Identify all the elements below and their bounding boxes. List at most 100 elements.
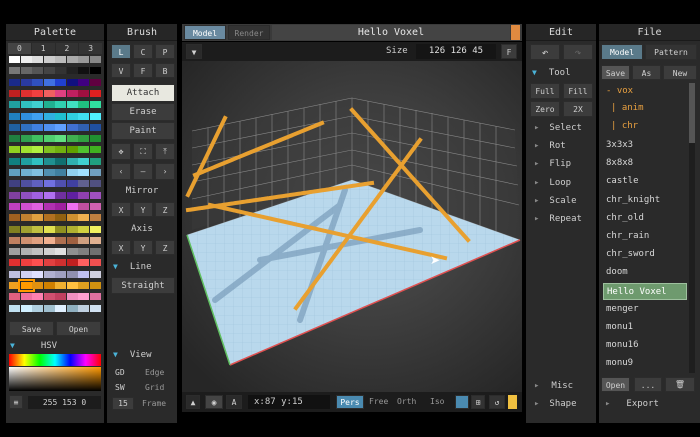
move-icon[interactable]: ✥ <box>111 143 131 160</box>
color-swatch[interactable] <box>32 236 43 244</box>
color-swatch[interactable] <box>66 78 78 86</box>
color-swatch[interactable] <box>43 270 55 278</box>
color-swatch[interactable] <box>89 146 101 154</box>
color-swatch[interactable] <box>32 191 43 199</box>
color-swatch[interactable] <box>89 169 101 176</box>
projection-orth[interactable]: Orth <box>397 397 416 406</box>
color-swatch[interactable] <box>55 225 66 233</box>
color-swatch[interactable] <box>89 67 101 75</box>
color-swatch[interactable] <box>9 169 20 176</box>
color-swatch[interactable] <box>78 282 89 289</box>
color-swatch[interactable] <box>43 180 55 188</box>
color-swatch-grid[interactable] <box>9 56 101 318</box>
color-swatch[interactable] <box>9 180 20 188</box>
color-swatch[interactable] <box>78 112 89 120</box>
color-swatch[interactable] <box>89 259 101 267</box>
color-swatch[interactable] <box>66 248 78 256</box>
color-swatch[interactable] <box>32 259 43 267</box>
color-swatch[interactable] <box>89 191 101 199</box>
color-swatch[interactable] <box>32 101 43 109</box>
color-swatch[interactable] <box>20 123 32 131</box>
size-f-button[interactable]: F <box>501 44 517 59</box>
color-swatch[interactable] <box>20 214 32 222</box>
color-swatch[interactable] <box>9 202 20 210</box>
color-swatch[interactable] <box>66 89 78 97</box>
color-swatch[interactable] <box>55 259 66 267</box>
color-swatch[interactable] <box>43 191 55 199</box>
color-swatch[interactable] <box>9 191 20 199</box>
edit-item-select[interactable]: ▸ Select <box>534 123 582 133</box>
color-swatch[interactable] <box>9 304 20 312</box>
size-value[interactable]: 126 126 45 <box>416 44 496 59</box>
viewport-menu-icon[interactable]: ▼ <box>186 44 202 59</box>
color-swatch[interactable] <box>20 304 32 312</box>
color-swatch[interactable] <box>20 202 32 210</box>
edge-toggle[interactable]: Edge <box>145 368 164 377</box>
mirror-x-button[interactable]: X <box>111 202 131 217</box>
color-swatch[interactable] <box>89 236 101 244</box>
2x-button[interactable]: 2X <box>563 101 593 117</box>
color-swatch[interactable] <box>32 225 43 233</box>
color-swatch[interactable] <box>78 78 89 86</box>
color-swatch[interactable] <box>78 225 89 233</box>
color-swatch[interactable] <box>9 112 20 120</box>
color-swatch[interactable] <box>43 112 55 120</box>
erase-button[interactable]: Erase <box>111 103 175 121</box>
brush-mode-c[interactable]: C <box>133 44 153 59</box>
color-swatch[interactable] <box>9 225 20 233</box>
fps-value[interactable]: 15 <box>112 397 134 410</box>
color-swatch[interactable] <box>20 135 32 143</box>
file-item[interactable]: monu16 <box>603 337 687 354</box>
color-swatch[interactable] <box>9 157 20 165</box>
color-swatch[interactable] <box>78 304 89 312</box>
color-swatch[interactable] <box>43 135 55 143</box>
color-swatch[interactable] <box>17 279 35 292</box>
select-box-icon[interactable]: ⛶ <box>133 143 153 160</box>
color-swatch[interactable] <box>20 236 32 244</box>
color-swatch[interactable] <box>55 146 66 154</box>
file-item[interactable]: 3x3x3 <box>603 137 687 154</box>
palette-tab-0[interactable]: 0 <box>8 43 31 54</box>
color-swatch[interactable] <box>89 123 101 131</box>
color-swatch[interactable] <box>20 67 32 75</box>
color-swatch[interactable] <box>89 157 101 165</box>
color-swatch[interactable] <box>32 270 43 278</box>
viewport-tab-render[interactable]: Render <box>228 25 270 40</box>
color-swatch[interactable] <box>55 293 66 301</box>
minus-icon[interactable]: — <box>133 163 153 180</box>
color-swatch[interactable] <box>55 282 66 289</box>
color-swatch[interactable] <box>66 259 78 267</box>
color-swatch[interactable] <box>78 56 89 63</box>
color-swatch[interactable] <box>20 270 32 278</box>
brush-mode-v[interactable]: V <box>111 63 131 78</box>
misc-section[interactable]: ▸ Misc <box>534 381 573 391</box>
color-swatch[interactable] <box>9 67 20 75</box>
color-swatch[interactable] <box>43 282 55 289</box>
color-swatch[interactable] <box>20 101 32 109</box>
color-swatch[interactable] <box>78 236 89 244</box>
color-swatch[interactable] <box>9 236 20 244</box>
color-swatch[interactable] <box>43 123 55 131</box>
file-item[interactable]: castle <box>603 173 687 190</box>
frame-view-icon[interactable]: ⊞ <box>471 395 485 409</box>
paint-button[interactable]: Paint <box>111 122 175 140</box>
color-swatch[interactable] <box>55 236 66 244</box>
color-swatch[interactable] <box>43 101 55 109</box>
file-item[interactable]: chr_sword <box>603 246 687 263</box>
color-swatch[interactable] <box>9 89 20 97</box>
color-swatch[interactable] <box>55 135 66 143</box>
color-swatch[interactable] <box>9 146 20 154</box>
color-swatch[interactable] <box>9 259 20 267</box>
color-swatch[interactable] <box>32 112 43 120</box>
color-swatch[interactable] <box>20 112 32 120</box>
edit-item-repeat[interactable]: ▸ Repeat <box>534 214 582 224</box>
collapse-up-icon[interactable]: ▲ <box>186 395 200 409</box>
edit-item-rot[interactable]: ▸ Rot <box>534 141 566 151</box>
frame-toggle[interactable]: Frame <box>142 399 166 408</box>
color-swatch[interactable] <box>20 191 32 199</box>
color-swatch[interactable] <box>20 259 32 267</box>
file-item[interactable]: chr_knight <box>603 192 687 209</box>
attach-button[interactable]: Attach <box>111 84 175 102</box>
color-swatch[interactable] <box>66 270 78 278</box>
color-swatch[interactable] <box>78 202 89 210</box>
